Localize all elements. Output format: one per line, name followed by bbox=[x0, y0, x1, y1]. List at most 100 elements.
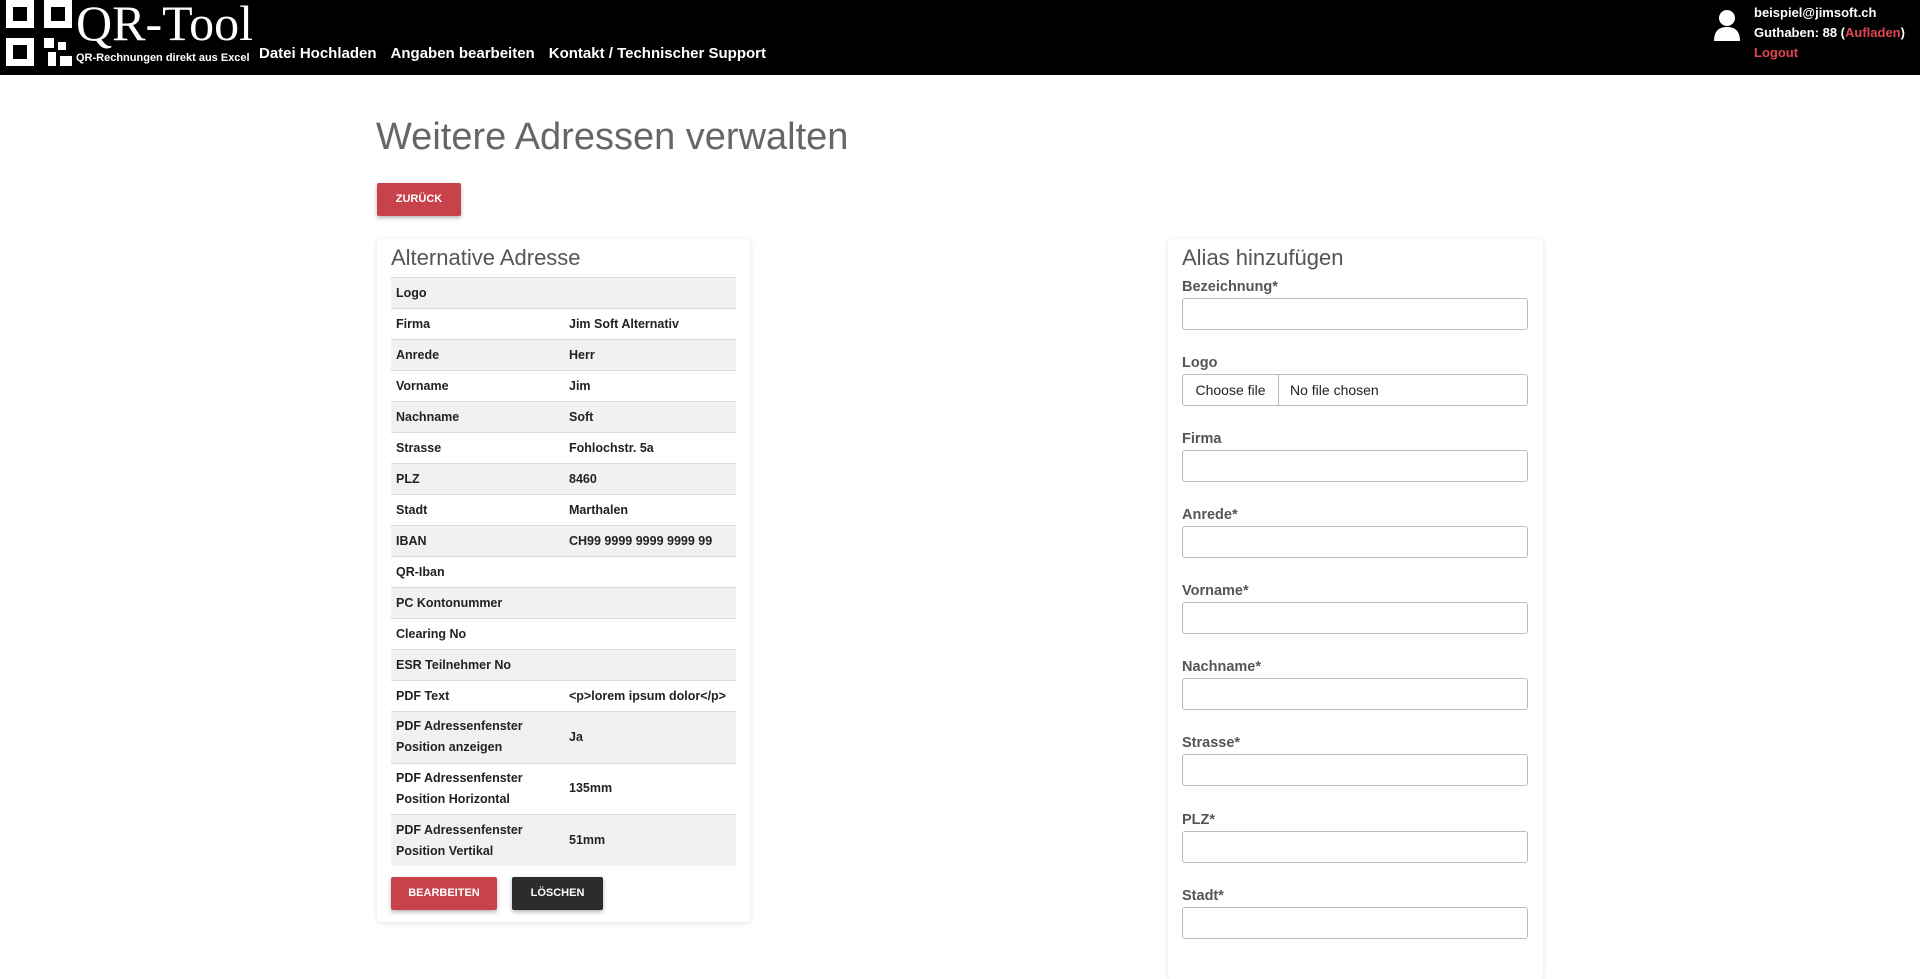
row-value: Herr bbox=[564, 339, 736, 371]
field-label: Stadt* bbox=[1182, 888, 1224, 904]
field-firma: Firma bbox=[1182, 431, 1528, 482]
field-anrede: Anrede* bbox=[1182, 507, 1528, 558]
field-label: Firma bbox=[1182, 431, 1222, 447]
row-value bbox=[564, 618, 736, 650]
table-row: Strasse Fohlochstr. 5a bbox=[391, 432, 736, 464]
row-label: QR-Iban bbox=[391, 556, 564, 588]
nav-item-upload[interactable]: Datei Hochladen bbox=[259, 45, 377, 62]
nav-item-edit-details[interactable]: Angaben bearbeiten bbox=[391, 45, 535, 62]
strasse-input[interactable] bbox=[1182, 754, 1528, 786]
anrede-input[interactable] bbox=[1182, 526, 1528, 558]
plz-input[interactable] bbox=[1182, 831, 1528, 863]
brand-subtitle: QR-Rechnungen direkt aus Excel bbox=[76, 52, 250, 64]
table-row: PDF Text <p>lorem ipsum dolor</p> bbox=[391, 680, 736, 712]
stadt-input[interactable] bbox=[1182, 907, 1528, 939]
row-value: Jim Soft Alternativ bbox=[564, 308, 736, 340]
table-row: IBAN CH99 9999 9999 9999 99 bbox=[391, 525, 736, 557]
table-row: PLZ 8460 bbox=[391, 463, 736, 495]
field-label: Strasse* bbox=[1182, 735, 1241, 751]
brand-logo[interactable]: QR-Tool QR-Rechnungen direkt aus Excel bbox=[6, 0, 253, 70]
brand-title: QR-Tool bbox=[76, 0, 254, 51]
row-label: PDF Adressenfenster Position Horizontal bbox=[391, 762, 564, 815]
table-row: Anrede Herr bbox=[391, 339, 736, 371]
row-label: IBAN bbox=[391, 525, 564, 557]
row-label: PDF Adressenfenster Position anzeigen bbox=[391, 711, 564, 764]
row-value: <p>lorem ipsum dolor</p> bbox=[564, 680, 736, 712]
field-label: PLZ* bbox=[1182, 812, 1216, 828]
table-row: Vorname Jim bbox=[391, 370, 736, 402]
nav-item-support[interactable]: Kontakt / Technischer Support bbox=[549, 45, 766, 62]
row-value: 135mm bbox=[564, 762, 736, 815]
balance-text: Guthaben: 88 ( bbox=[1754, 25, 1846, 40]
table-row: Stadt Marthalen bbox=[391, 494, 736, 526]
row-label: Vorname bbox=[391, 370, 564, 402]
row-label: Strasse bbox=[391, 432, 564, 464]
row-label: PDF Adressenfenster Position Vertikal bbox=[391, 814, 564, 867]
field-label: Bezeichnung* bbox=[1182, 279, 1278, 295]
qr-code-icon bbox=[6, 0, 72, 66]
row-value: Soft bbox=[564, 401, 736, 433]
back-button[interactable]: ZURÜCK bbox=[377, 183, 461, 216]
row-value bbox=[564, 556, 736, 588]
edit-button[interactable]: BEARBEITEN bbox=[391, 877, 497, 910]
field-vorname: Vorname* bbox=[1182, 583, 1528, 634]
field-strasse: Strasse* bbox=[1182, 735, 1528, 786]
main-nav: Datei Hochladen Angaben bearbeiten Konta… bbox=[259, 45, 780, 62]
bezeichnung-input[interactable] bbox=[1182, 298, 1528, 330]
row-label: PC Kontonummer bbox=[391, 587, 564, 619]
field-bezeichnung: Bezeichnung* bbox=[1182, 279, 1528, 330]
table-row: PDF Adressenfenster Position anzeigen Ja bbox=[391, 711, 736, 764]
row-label: Logo bbox=[391, 277, 564, 309]
table-row: Firma Jim Soft Alternativ bbox=[391, 308, 736, 340]
field-logo: Logo Choose file No file chosen bbox=[1182, 355, 1528, 406]
table-row: PDF Adressenfenster Position Horizontal 1… bbox=[391, 762, 736, 815]
delete-button[interactable]: LÖSCHEN bbox=[512, 877, 603, 910]
table-row: Logo bbox=[391, 277, 736, 309]
field-plz: PLZ* bbox=[1182, 812, 1528, 863]
row-value: Jim bbox=[564, 370, 736, 402]
topup-link[interactable]: Aufladen bbox=[1845, 25, 1901, 40]
row-label: Anrede bbox=[391, 339, 564, 371]
user-icon bbox=[1714, 10, 1740, 41]
row-value: 8460 bbox=[564, 463, 736, 495]
page-title: Weitere Adressen verwalten bbox=[376, 116, 849, 158]
alternative-address-card: Alternative Adresse Logo Firma Jim Soft A… bbox=[377, 239, 750, 922]
field-stadt: Stadt* bbox=[1182, 888, 1528, 939]
row-value bbox=[564, 649, 736, 681]
user-info: beispiel@jimsoft.ch Guthaben: 88 (Auflad… bbox=[1754, 3, 1905, 63]
field-label: Nachname* bbox=[1182, 659, 1261, 675]
logout-link[interactable]: Logout bbox=[1754, 43, 1905, 63]
logo-file-input[interactable]: Choose file No file chosen bbox=[1182, 374, 1528, 406]
user-email: beispiel@jimsoft.ch bbox=[1754, 5, 1877, 20]
row-label: Stadt bbox=[391, 494, 564, 526]
table-row: ESR Teilnehmer No bbox=[391, 649, 736, 681]
field-label: Vorname* bbox=[1182, 583, 1249, 599]
vorname-input[interactable] bbox=[1182, 602, 1528, 634]
field-label: Logo bbox=[1182, 355, 1218, 371]
table-row: Clearing No bbox=[391, 618, 736, 650]
field-nachname: Nachname* bbox=[1182, 659, 1528, 710]
balance-suffix: ) bbox=[1900, 25, 1905, 40]
row-label: ESR Teilnehmer No bbox=[391, 649, 564, 681]
row-label: Clearing No bbox=[391, 618, 564, 650]
alias-form-card: Alias hinzufügen Bezeichnung* Logo Choos… bbox=[1168, 239, 1543, 979]
nachname-input[interactable] bbox=[1182, 678, 1528, 710]
row-value: Fohlochstr. 5a bbox=[564, 432, 736, 464]
table-row: QR-Iban bbox=[391, 556, 736, 588]
row-value: Ja bbox=[564, 711, 736, 764]
field-label: Anrede* bbox=[1182, 507, 1238, 523]
row-value: Marthalen bbox=[564, 494, 736, 526]
row-value: 51mm bbox=[564, 814, 736, 867]
user-balance: Guthaben: 88 (Aufladen) bbox=[1754, 23, 1905, 43]
row-value: CH99 9999 9999 9999 99 bbox=[564, 525, 736, 557]
address-card-title: Alternative Adresse bbox=[391, 245, 581, 270]
table-row: Nachname Soft bbox=[391, 401, 736, 433]
address-table: Logo Firma Jim Soft Alternativ Anrede Herr… bbox=[391, 277, 736, 867]
row-label: PDF Text bbox=[391, 680, 564, 712]
alias-form-title: Alias hinzufügen bbox=[1182, 245, 1344, 270]
firma-input[interactable] bbox=[1182, 450, 1528, 482]
choose-file-button[interactable]: Choose file bbox=[1183, 375, 1279, 405]
top-navigation-bar: QR-Tool QR-Rechnungen direkt aus Excel D… bbox=[0, 0, 1920, 75]
row-value bbox=[564, 587, 736, 619]
table-row: PC Kontonummer bbox=[391, 587, 736, 619]
